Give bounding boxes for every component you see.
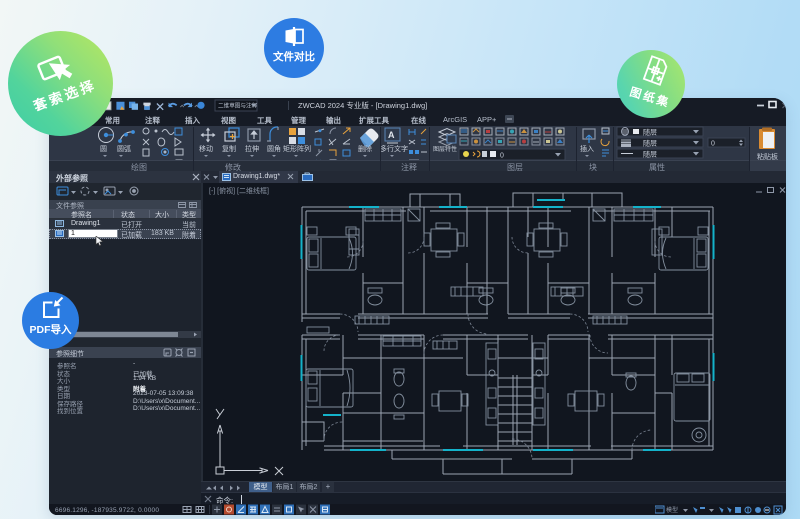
svg-text:套索选择: 套索选择 bbox=[31, 76, 98, 114]
svg-text:图纸集: 图纸集 bbox=[628, 84, 672, 110]
svg-text:圆角: 圆角 bbox=[267, 144, 281, 153]
svg-text:拉伸: 拉伸 bbox=[245, 144, 259, 153]
svg-text:文件对比: 文件对比 bbox=[272, 50, 315, 63]
svg-text:插入: 插入 bbox=[580, 144, 594, 153]
svg-text:多行文字: 多行文字 bbox=[380, 144, 408, 153]
svg-text:PDF导入: PDF导入 bbox=[30, 324, 72, 336]
svg-text:圆弧: 圆弧 bbox=[117, 144, 131, 153]
svg-text:A: A bbox=[388, 130, 395, 140]
svg-text:移动: 移动 bbox=[199, 144, 213, 153]
svg-text:ZWCAD 2024 专业版 - [Drawing1.dwg: ZWCAD 2024 专业版 - [Drawing1.dwg] bbox=[298, 100, 427, 110]
svg-text:复制: 复制 bbox=[222, 144, 236, 153]
svg-text:模型: 模型 bbox=[666, 506, 678, 514]
svg-text:0: 0 bbox=[711, 141, 715, 148]
svg-text:随层: 随层 bbox=[643, 139, 657, 148]
svg-text:0: 0 bbox=[500, 153, 504, 160]
svg-text:矩形阵列: 矩形阵列 bbox=[283, 144, 311, 153]
svg-text:二维草图与注释: 二维草图与注释 bbox=[218, 102, 258, 110]
svg-text:随层: 随层 bbox=[643, 128, 657, 137]
svg-text:图层特性: 图层特性 bbox=[433, 145, 457, 153]
svg-text:删除: 删除 bbox=[358, 144, 372, 153]
svg-text:随层: 随层 bbox=[643, 150, 657, 159]
svg-text:圆: 圆 bbox=[100, 145, 107, 153]
